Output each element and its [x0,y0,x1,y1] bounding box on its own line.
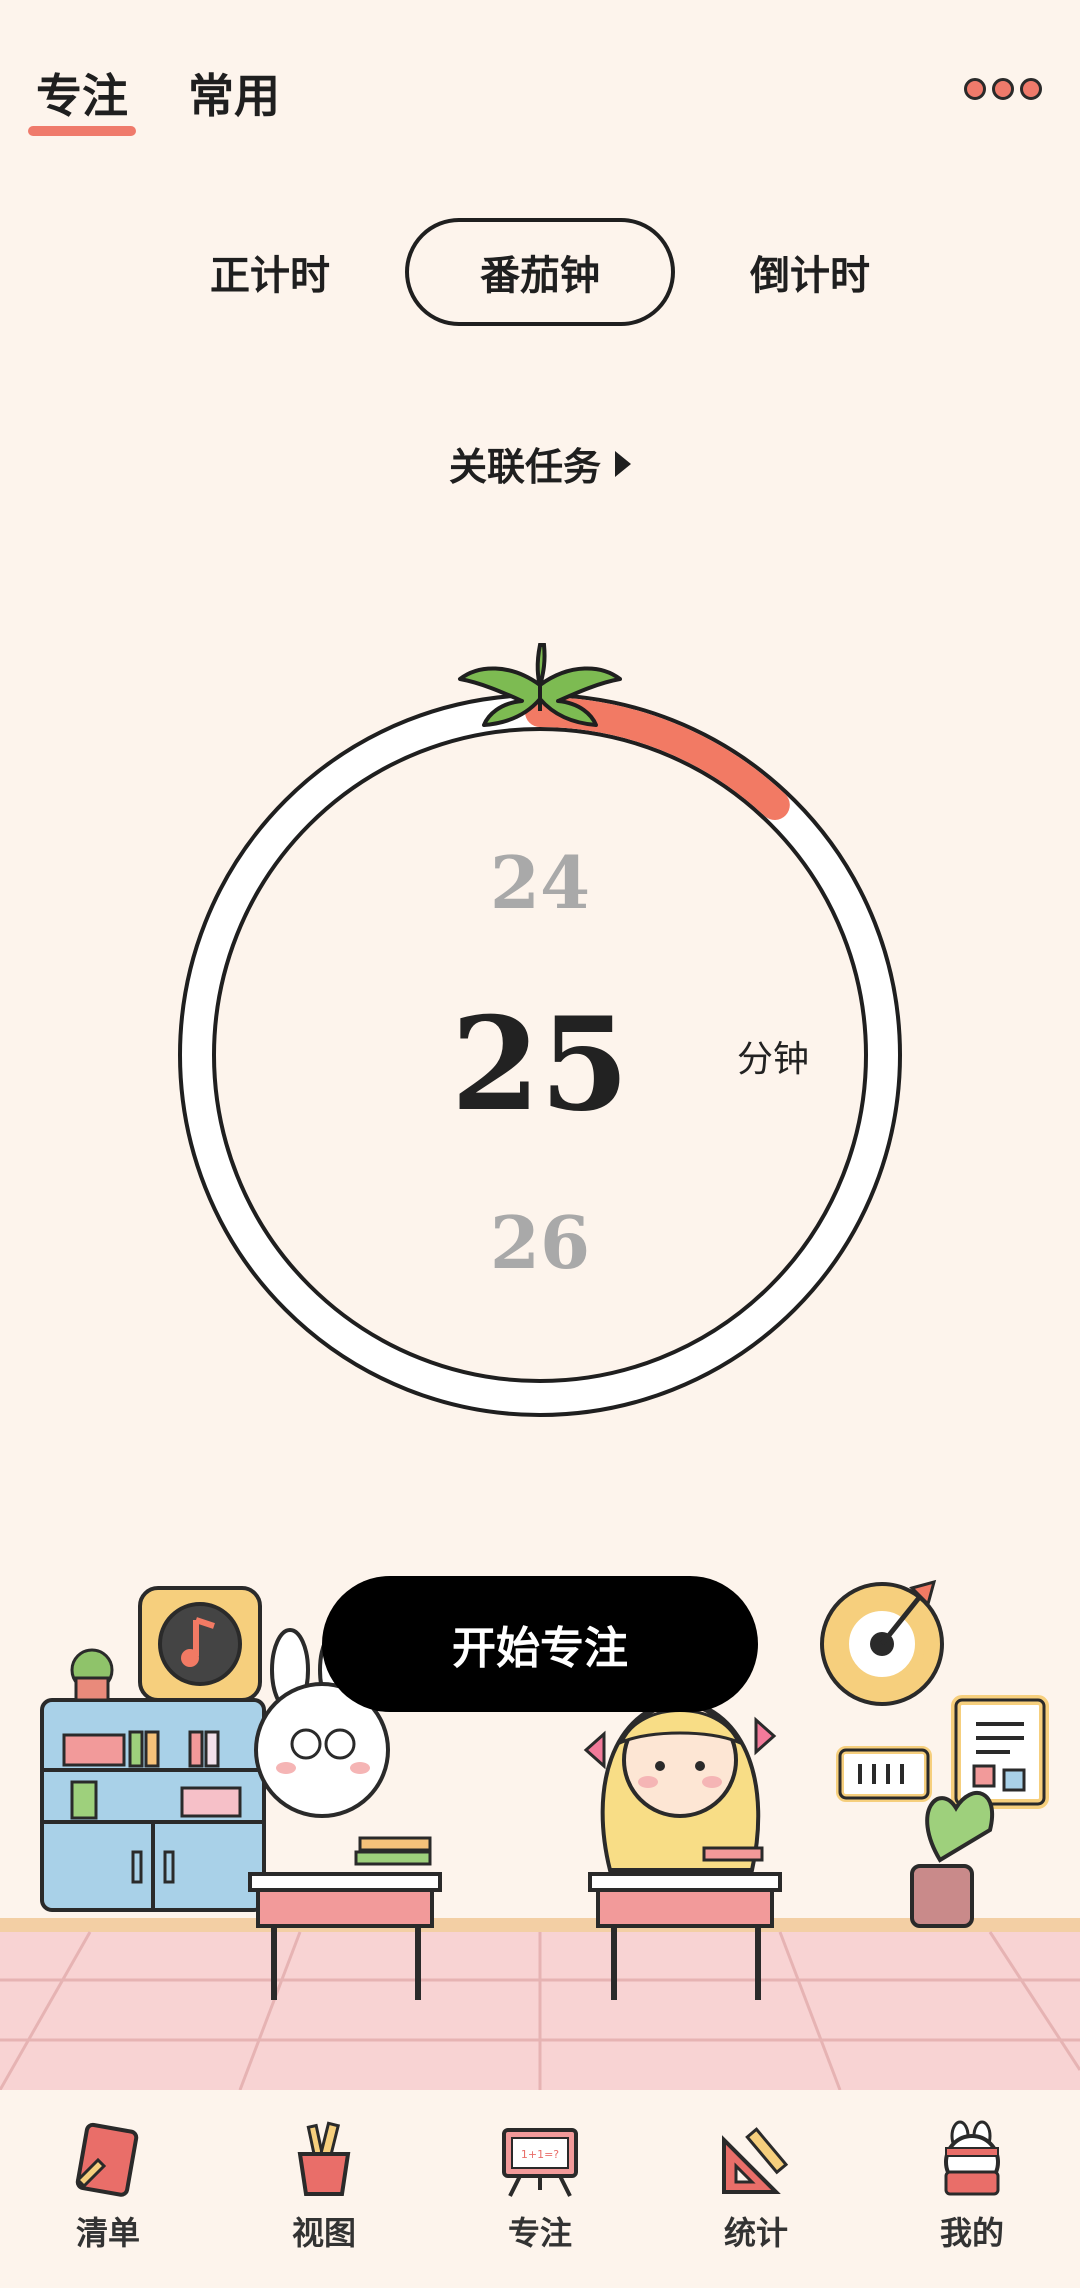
nav-item-stats[interactable]: 统计 [676,2120,836,2254]
more-options-button[interactable] [964,78,1042,100]
nav-item-list[interactable]: 清单 [28,2120,188,2254]
start-focus-label: 开始专注 [452,1623,628,1674]
more-dot-icon [992,78,1014,100]
notebook-icon [75,2122,139,2197]
svg-text:1+1=?: 1+1=? [521,2148,559,2161]
related-task-label: 关联任务 [448,444,601,489]
music-box-icon [138,1586,262,1702]
triangle-right-icon [615,450,631,477]
pomodoro-timer: 24 25 26 分钟 [160,610,920,1430]
notice-board-icon [951,1695,1049,1809]
tab-common[interactable]: 常用 [188,60,280,126]
pencil-cup-icon [297,2121,351,2196]
tab-common-label: 常用 [188,69,280,123]
nav-item-me[interactable]: 我的 [892,2120,1052,2254]
active-tab-underline [28,126,136,136]
top-tab-bar: 专注 常用 [28,60,280,136]
nav-label-list: 清单 [75,2214,140,2252]
dartboard-icon [820,1579,944,1706]
mode-tab-count-up[interactable]: 正计时 [135,218,405,326]
blackboard-icon: 1+1=? [502,2128,578,2197]
nav-item-focus[interactable]: 1+1=? 专注 [460,2120,620,2254]
minute-unit-label: 分钟 [737,1039,810,1080]
minute-picker-previous[interactable]: 24 [160,840,920,925]
minute-picker-next[interactable]: 26 [160,1200,920,1285]
mode-tab-countdown[interactable]: 倒计时 [675,218,945,326]
ruler-triangle-icon [722,2127,789,2194]
tab-focus[interactable]: 专注 [28,60,136,136]
nav-label-stats: 统计 [723,2214,788,2252]
bunny-reading-icon [944,2120,1000,2196]
nav-label-focus: 专注 [507,2214,572,2252]
wall-ruler-icon [836,1746,932,1802]
nav-label-me: 我的 [939,2214,1004,2252]
start-focus-button[interactable]: 开始专注 [322,1576,758,1712]
tab-focus-label: 专注 [36,69,128,123]
timer-mode-tabs: 正计时 番茄钟 倒计时 [0,218,1080,326]
potted-plant-icon [910,1791,994,1928]
nav-item-view[interactable]: 视图 [244,2120,404,2254]
mode-tab-pomodoro[interactable]: 番茄钟 [405,218,675,326]
related-task-button[interactable]: 关联任务 [0,436,1080,491]
bottom-navigation: 清单 视图 1+1=? 专注 统计 我的 [0,2090,1080,2288]
more-dot-icon [1020,78,1042,100]
more-dot-icon [964,78,986,100]
nav-label-view: 视图 [291,2214,356,2252]
